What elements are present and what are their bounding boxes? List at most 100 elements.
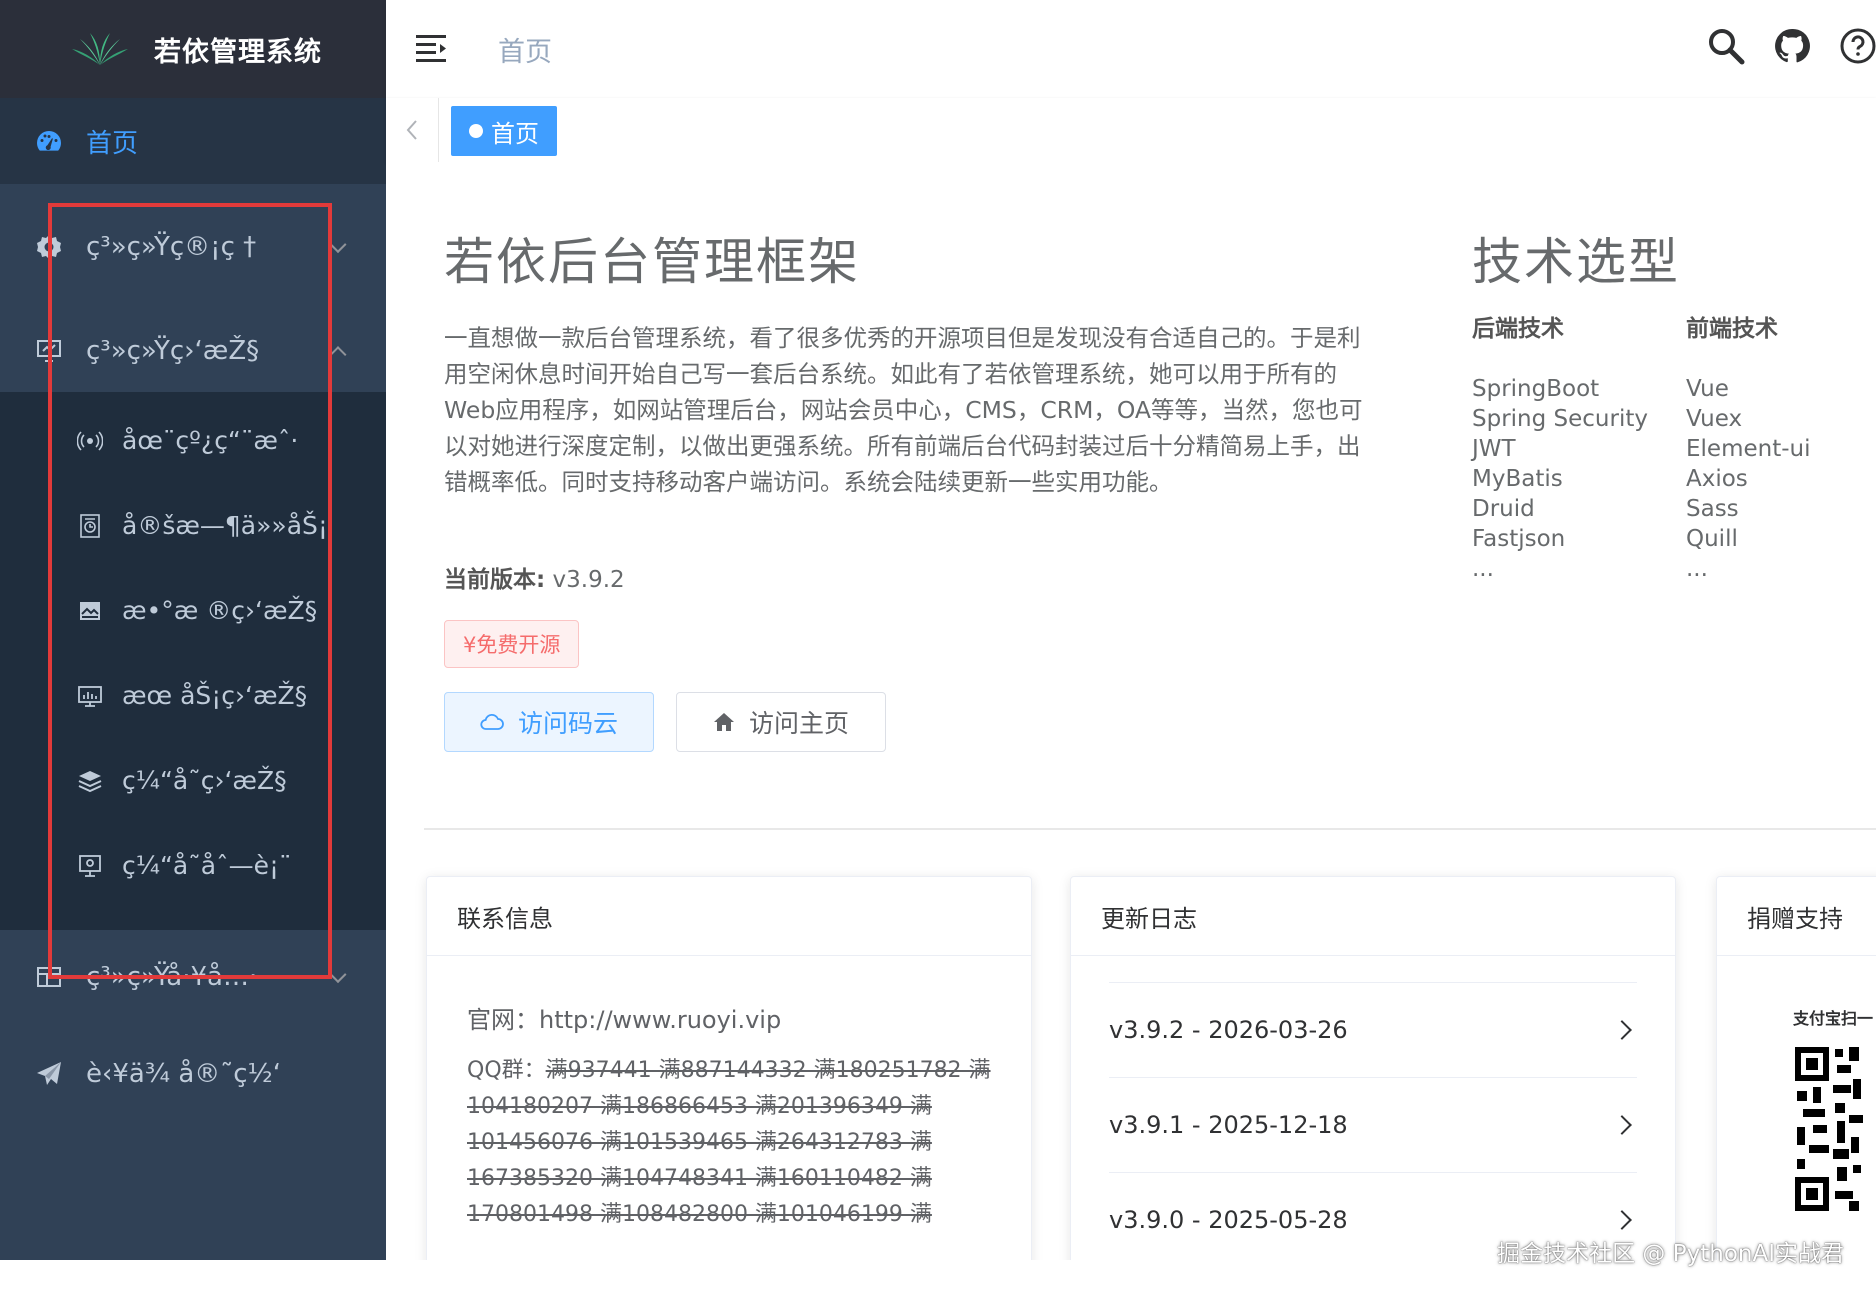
changelog-item[interactable]: v3.9.1 - 2025-12-18: [1109, 1077, 1637, 1172]
tech-item: Druid: [1472, 496, 1535, 522]
visit-home-button[interactable]: 访问主页: [676, 692, 886, 752]
tech-backend: 后端技术 SpringBoot Spring Security JWT MyBa…: [1472, 314, 1648, 584]
tech-item: ...: [1686, 556, 1708, 582]
version-label: 当前版本:: [444, 567, 546, 593]
sidebar-subitem-job[interactable]: å®šæ—¶ä»»åŠ¡: [0, 483, 386, 568]
tech-item: SpringBoot: [1472, 376, 1600, 402]
server-icon: [76, 682, 104, 710]
tag-dot: [469, 124, 483, 138]
tech-item: Vuex: [1686, 406, 1743, 432]
sidebar-subitem-druid[interactable]: æ•°æ ®ç›‘æŽ§: [0, 568, 386, 653]
tech-frontend-title: 前端技术: [1686, 316, 1778, 342]
visit-gitee-label: 访问码云: [517, 709, 618, 738]
visit-home-label: 访问主页: [748, 709, 849, 738]
chevron-right-icon: [1612, 1020, 1632, 1040]
chevron-right-icon: [1612, 1210, 1632, 1230]
changelog-item-label: v3.9.2 - 2026-03-26: [1109, 1016, 1348, 1044]
sidebar-subitem-label: æœ åŠ¡ç›‘æŽ§: [122, 681, 308, 710]
intro-title: 若依后台管理框架: [444, 233, 860, 291]
logo-icon: [72, 33, 128, 65]
help-icon[interactable]: [1836, 24, 1876, 68]
search-icon[interactable]: [1704, 24, 1748, 68]
qq-line: QQ群：满937441 满887144332 满180251782 满10418…: [427, 1053, 1031, 1233]
chevron-left-icon: [406, 120, 417, 140]
version-value: v3.9.2: [552, 567, 625, 593]
sidebar-item-label: ç³»ç»Ÿç›‘æŽ§: [86, 336, 260, 366]
breadcrumb[interactable]: 首页: [498, 30, 552, 69]
tech-item: Sass: [1686, 496, 1739, 522]
chevron-right-icon: [1612, 1115, 1632, 1135]
sidebar-subitem-cache-list[interactable]: ç¼“å­˜åˆ—è¡¨: [0, 823, 386, 908]
online-icon: [76, 427, 104, 455]
cache-list-icon: [76, 852, 104, 880]
tags-scroll-left[interactable]: [386, 98, 439, 162]
app-title: 若依管理系统: [154, 36, 322, 68]
dashboard-icon: [34, 126, 64, 156]
watermark: 掘金技术社区 @ PythonAI实战君: [1497, 1241, 1844, 1267]
sidebar-subitem-label: æ•°æ ®ç›‘æŽ§: [122, 596, 318, 625]
tool-icon: [34, 962, 64, 992]
sidebar-item-home[interactable]: 首页: [0, 98, 386, 184]
sidebar-subitem-cache[interactable]: ç¼“å­˜ç›‘æŽ§: [0, 738, 386, 823]
sidebar-submenu: åœ¨çº¿ç“¨æˆ· å®šæ—¶ä»»åŠ¡ æ•°æ ®ç›‘æŽ§ æ…: [0, 392, 386, 930]
home-icon: [713, 711, 735, 733]
visit-gitee-button[interactable]: 访问码云: [444, 692, 654, 752]
chevron-down-icon: [329, 966, 347, 984]
sidebar-subitem-label: å®šæ—¶ä»»åŠ¡: [122, 511, 328, 540]
sidebar-logo[interactable]: 若依管理系统: [0, 0, 386, 98]
tech-item: ...: [1472, 556, 1494, 582]
sidebar-subitem-server[interactable]: æœ åŠ¡ç›‘æŽ§: [0, 653, 386, 738]
sidebar-subitem-label: ç¼“å­˜ç›‘æŽ§: [122, 766, 287, 795]
monitor-icon: [34, 336, 64, 366]
sidebar-item-tool[interactable]: ç³»ç»Ÿå·¥å…·: [0, 930, 386, 1024]
chevron-up-icon: [329, 346, 347, 364]
cache-icon: [76, 767, 104, 795]
sidebar-item-monitor[interactable]: ç³»ç»Ÿç›‘æŽ§: [0, 310, 386, 392]
tech-item: Axios: [1686, 466, 1748, 492]
tag-home[interactable]: 首页: [451, 106, 557, 156]
github-icon[interactable]: [1770, 24, 1814, 68]
hamburger-icon[interactable]: [416, 34, 450, 64]
sidebar-item-label: 首页: [86, 128, 139, 159]
divider: [424, 828, 1876, 830]
sidebar-item-label: ç³»ç»Ÿç®¡ç †: [86, 232, 257, 262]
tech-title: 技术选型: [1472, 233, 1680, 291]
chevron-down-icon: [329, 236, 347, 254]
druid-icon: [76, 597, 104, 625]
website-link[interactable]: http://www.ruoyi.vip: [539, 1006, 781, 1034]
sidebar-item-guide[interactable]: è‹¥ä¾ å®˜ç½‘: [0, 1024, 386, 1124]
tech-item: Element-ui: [1686, 436, 1811, 462]
donate-card-title: 捐赠支持: [1717, 877, 1876, 956]
sidebar-item-system[interactable]: ç³»ç»Ÿç®¡ç †: [0, 206, 386, 288]
navbar-actions: [1704, 24, 1876, 68]
tech-backend-title: 后端技术: [1472, 316, 1564, 342]
sidebar-item-label: ç³»ç»Ÿå·¥å…·: [86, 962, 258, 992]
qq-groups: 满937441 满887144332 满180251782 满104180207…: [467, 1058, 991, 1227]
job-icon: [76, 512, 104, 540]
sidebar-item-label: è‹¥ä¾ å®˜ç½‘: [86, 1059, 282, 1089]
website-line: 官网：http://www.ruoyi.vip: [427, 1000, 1031, 1035]
sidebar-subitem-online[interactable]: åœ¨çº¿ç“¨æˆ·: [0, 398, 386, 483]
free-tag: ¥免费开源: [444, 620, 580, 668]
cloud-icon: [480, 713, 504, 731]
sidebar-subitem-label: ç¼“å­˜åˆ—è¡¨: [122, 851, 292, 880]
donate-card: 捐赠支持 支付宝扫一: [1716, 876, 1876, 1260]
tags-view: 首页: [386, 98, 1876, 163]
changelog-item-label: v3.9.0 - 2025-05-28: [1109, 1206, 1348, 1234]
tech-item: MyBatis: [1472, 466, 1563, 492]
changelog-item[interactable]: v3.9.2 - 2026-03-26: [1109, 982, 1637, 1077]
donate-label: 支付宝扫一: [1793, 1009, 1874, 1028]
gear-icon: [34, 232, 64, 262]
tech-item: Fastjson: [1472, 526, 1566, 552]
tag-label: 首页: [491, 119, 539, 148]
qr-code-icon: [1793, 1045, 1876, 1215]
website-label: 官网：: [467, 1006, 539, 1034]
tech-item: Vue: [1686, 376, 1729, 402]
navbar: 首页: [386, 0, 1876, 98]
sidebar: 若依管理系统 首页 ç³»ç»Ÿç®¡ç † ç³»ç»Ÿç›‘æŽ§ åœ¨ç…: [0, 0, 386, 1260]
tech-item: Quill: [1686, 526, 1738, 552]
version-line: 当前版本: v3.9.2: [444, 560, 625, 594]
tech-item: Spring Security: [1472, 406, 1648, 432]
sidebar-subitem-label: åœ¨çº¿ç“¨æˆ·: [122, 426, 299, 455]
qq-label: QQ群：: [467, 1058, 546, 1083]
